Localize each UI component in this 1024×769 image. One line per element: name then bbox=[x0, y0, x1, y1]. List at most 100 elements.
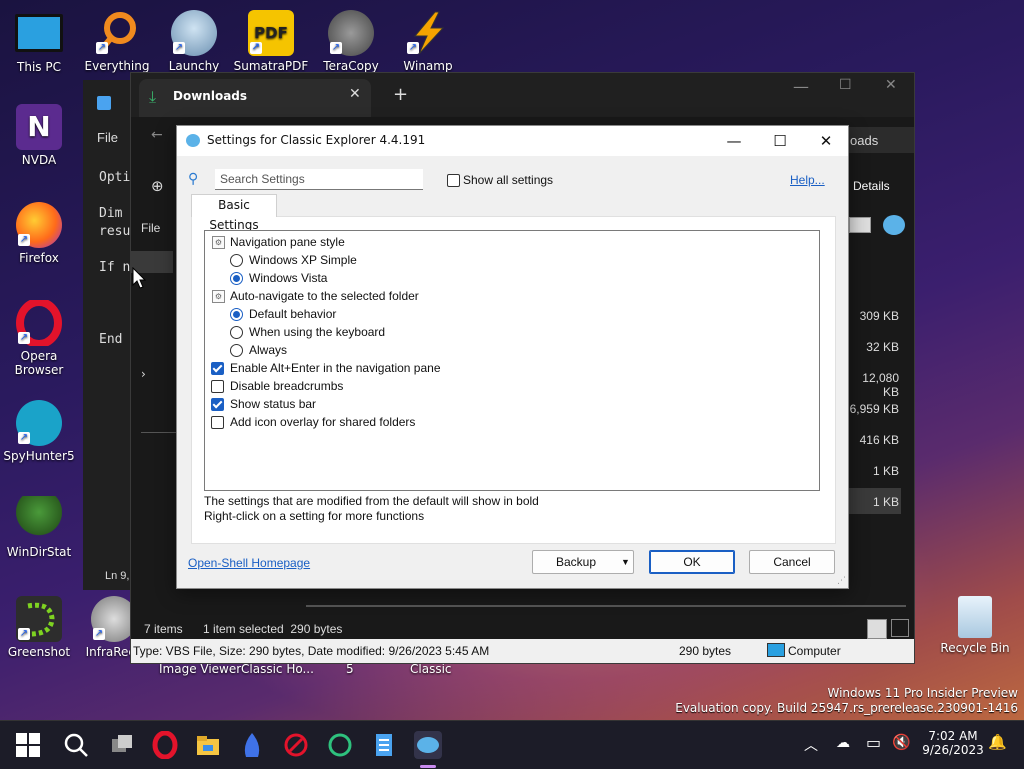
desktop-icon-launchy[interactable]: ↗ Launchy bbox=[156, 10, 232, 73]
classic-shell-icon[interactable] bbox=[883, 215, 905, 235]
editor-menu-file[interactable]: File bbox=[97, 130, 118, 145]
close-icon[interactable]: ✕ bbox=[885, 77, 897, 93]
radio-always[interactable] bbox=[230, 344, 243, 357]
file-explorer-icon[interactable] bbox=[194, 731, 222, 759]
setting-label: Default behavior bbox=[249, 307, 337, 321]
setting-label: Always bbox=[249, 343, 288, 357]
watermark-build: Evaluation copy. Build 25947.rs_prerelea… bbox=[675, 701, 1018, 715]
radio-windows-xp-simple[interactable] bbox=[230, 254, 243, 267]
checkbox-enable-alt-enter[interactable] bbox=[211, 362, 224, 375]
start-button[interactable] bbox=[14, 731, 42, 759]
setting-label: Enable Alt+Enter in the navigation pane bbox=[230, 361, 441, 375]
radio-windows-vista[interactable] bbox=[230, 272, 243, 285]
new-tab-button[interactable]: + bbox=[393, 84, 408, 105]
desktop-icon-this-pc[interactable]: This PC bbox=[1, 10, 77, 74]
desktop-icon-teracopy[interactable]: ↗ TeraCopy bbox=[313, 10, 389, 73]
desktop-icon-label: Everything bbox=[84, 59, 150, 73]
details-view-icon[interactable] bbox=[867, 619, 887, 639]
tray-overflow-chevron-icon[interactable]: ︿ bbox=[804, 735, 818, 755]
spyhunter-taskbar-icon[interactable] bbox=[326, 731, 354, 759]
desktop-icon-nvda[interactable]: N NVDA bbox=[1, 104, 77, 167]
explorer-menu-file[interactable]: File bbox=[141, 221, 160, 235]
show-all-settings-checkbox[interactable] bbox=[447, 174, 460, 187]
setting-label: Disable breadcrumbs bbox=[230, 379, 344, 393]
display-icon[interactable]: ▭ bbox=[866, 733, 881, 752]
checkbox-disable-breadcrumbs[interactable] bbox=[211, 380, 224, 393]
desktop-icon-firefox[interactable]: ↗ Firefox bbox=[1, 202, 77, 265]
tab-downloads[interactable]: ⤓ Downloads ✕ bbox=[139, 79, 371, 117]
desktop-icon-label: NVDA bbox=[21, 153, 57, 167]
ok-button[interactable]: OK bbox=[649, 550, 735, 574]
desktop-label-classic-ho: Classic Ho... bbox=[241, 662, 314, 676]
checkbox-show-status-bar[interactable] bbox=[211, 398, 224, 411]
opera-icon: ↗ bbox=[16, 298, 62, 348]
launchy-taskbar-icon[interactable] bbox=[238, 731, 266, 759]
show-all-settings-label: Show all settings bbox=[463, 173, 554, 187]
preview-pane-icon[interactable] bbox=[849, 217, 871, 233]
desktop-icon-label: TeraCopy bbox=[323, 59, 379, 73]
new-icon[interactable]: ⊕ bbox=[151, 177, 164, 195]
horizontal-scrollbar[interactable] bbox=[306, 605, 906, 607]
dialog-minimize-button[interactable]: — bbox=[711, 126, 757, 156]
minimize-icon[interactable]: — bbox=[793, 77, 809, 96]
close-tab-icon[interactable]: ✕ bbox=[349, 86, 361, 102]
address-bar-right[interactable]: oads bbox=[847, 127, 914, 153]
desktop-icon-everything[interactable]: ↗ Everything bbox=[79, 10, 155, 73]
desktop-icon-opera[interactable]: ↗ Opera Browser bbox=[1, 298, 77, 377]
open-shell-homepage-link[interactable]: Open-Shell Homepage bbox=[188, 556, 310, 570]
task-view-icon[interactable] bbox=[108, 731, 136, 759]
desktop-icon-label: SpyHunter5 bbox=[3, 449, 75, 463]
desktop-icon-sumatrapdf[interactable]: PDF ↗ SumatraPDF bbox=[233, 10, 309, 73]
rocket-icon: ↗ bbox=[171, 10, 217, 56]
classic-shell-taskbar-icon[interactable] bbox=[414, 731, 442, 759]
back-icon[interactable]: ← bbox=[151, 127, 163, 143]
search-icon[interactable] bbox=[62, 731, 90, 759]
mouse-cursor-icon bbox=[132, 267, 146, 289]
editor-line: resu bbox=[99, 224, 131, 239]
desktop-icon-windirstat[interactable]: WinDirStat bbox=[1, 496, 77, 559]
tab-basic-settings[interactable]: Basic Settings bbox=[191, 194, 277, 232]
maximize-icon[interactable]: ☐ bbox=[839, 77, 852, 93]
clock[interactable]: 7:02 AM 9/26/2023 bbox=[918, 729, 988, 757]
status-computer: Computer bbox=[788, 644, 841, 658]
desktop-icon-greenshot[interactable]: ↗ Greenshot bbox=[1, 596, 77, 659]
dialog-close-button[interactable]: ✕ bbox=[803, 126, 849, 156]
help-link[interactable]: Help... bbox=[790, 173, 825, 187]
dropdown-arrow-icon: ▼ bbox=[621, 557, 630, 567]
desktop-icon-spyhunter[interactable]: ↗ SpyHunter5 bbox=[1, 400, 77, 463]
size-cell: 416 KB bbox=[859, 433, 899, 447]
pdf-icon: PDF ↗ bbox=[248, 10, 294, 56]
tree-icon bbox=[16, 496, 62, 542]
expand-chevron-icon[interactable]: › bbox=[141, 367, 146, 381]
settings-dialog[interactable]: Settings for Classic Explorer 4.4.191 — … bbox=[176, 125, 849, 589]
radio-default-behavior[interactable] bbox=[230, 308, 243, 321]
opera-taskbar-icon[interactable] bbox=[151, 730, 179, 760]
dialog-maximize-button[interactable]: ☐ bbox=[757, 126, 803, 156]
cancel-button[interactable]: Cancel bbox=[749, 550, 835, 574]
notepad-icon bbox=[97, 96, 111, 110]
desktop-icon-winamp[interactable]: ↗ Winamp bbox=[390, 10, 466, 73]
tiles-view-icon[interactable] bbox=[891, 619, 909, 637]
volume-muted-icon[interactable]: 🔇 bbox=[892, 733, 911, 751]
resize-grip-icon[interactable]: ⋰ bbox=[837, 576, 846, 586]
radio-when-using-keyboard[interactable] bbox=[230, 326, 243, 339]
status-size: 290 bytes bbox=[679, 644, 732, 658]
network-cloud-icon[interactable]: ☁ bbox=[836, 735, 850, 751]
greenshot-icon: ↗ bbox=[16, 596, 62, 642]
search-settings-input[interactable] bbox=[215, 169, 423, 190]
backup-button[interactable]: Backup ▼ bbox=[532, 550, 634, 574]
notepad-taskbar-icon[interactable] bbox=[370, 731, 398, 759]
desktop-icon-recycle-bin[interactable]: Recycle Bin bbox=[937, 596, 1013, 655]
nvda-icon: N bbox=[16, 104, 62, 150]
notification-bell-icon[interactable]: 🔔 bbox=[988, 733, 1007, 751]
app-taskbar-icon[interactable] bbox=[282, 731, 310, 759]
desktop-icon-label: Opera Browser bbox=[14, 349, 64, 377]
details-button[interactable]: Details bbox=[853, 179, 890, 193]
editor-line: Opti bbox=[99, 170, 131, 185]
size-cell: 12,080 KB bbox=[862, 371, 899, 399]
settings-list[interactable]: ⚙ Navigation pane style Windows XP Simpl… bbox=[204, 230, 820, 491]
size-cell: 309 KB bbox=[859, 309, 899, 323]
hint-modified-bold: The settings that are modified from the … bbox=[204, 494, 539, 508]
checkbox-add-icon-overlay[interactable] bbox=[211, 416, 224, 429]
desktop-label-5: 5 bbox=[346, 662, 354, 676]
